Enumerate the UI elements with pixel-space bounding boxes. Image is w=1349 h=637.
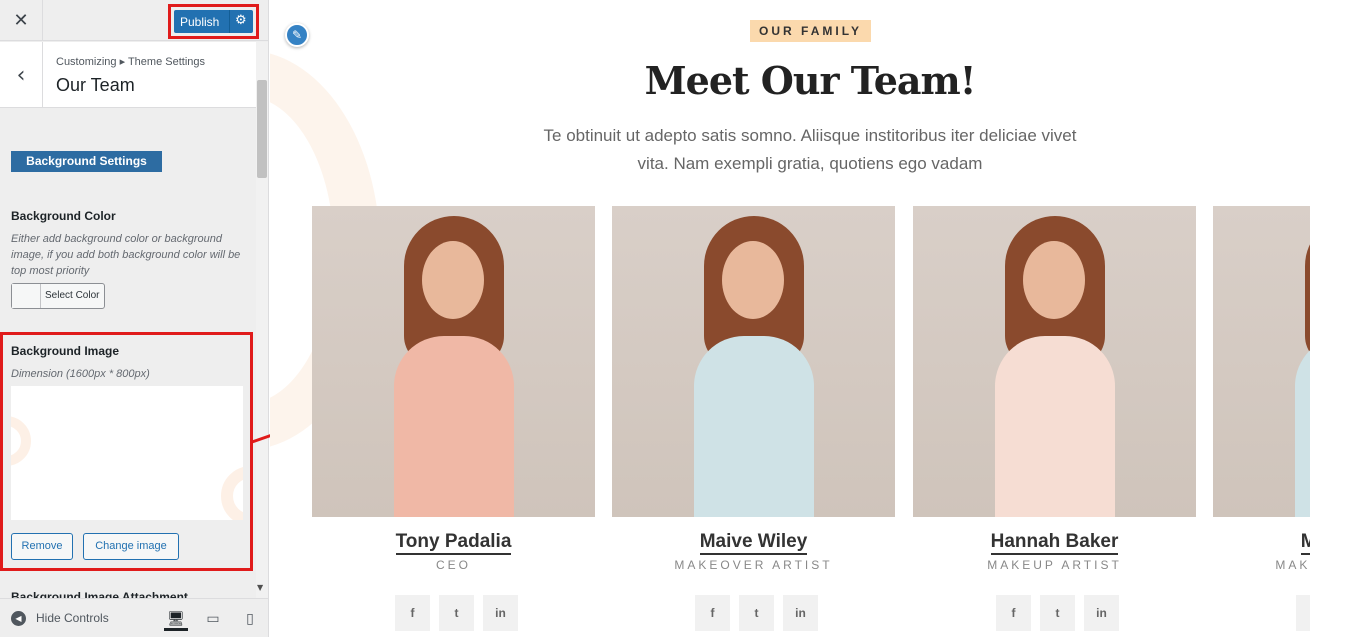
scroll-down-icon[interactable]: ▼ [257, 583, 263, 592]
tablet-preview-icon[interactable]: ▭ [201, 607, 225, 631]
background-image-thumbnail [11, 386, 243, 520]
remove-image-button[interactable]: Remove [11, 533, 73, 560]
change-image-button[interactable]: Change image [83, 533, 179, 560]
facebook-icon[interactable]: f [395, 595, 430, 631]
close-icon[interactable]: ✕ [0, 0, 43, 41]
team-member-name-text[interactable]: Maive Wiley [699, 531, 808, 555]
breadcrumb: Customizing ▸ Theme Settings [56, 56, 205, 68]
background-settings-heading: Background Settings [11, 151, 162, 172]
team-member-role: CEO [435, 558, 471, 572]
photo-shape [722, 241, 784, 319]
hide-controls-button[interactable]: Hide Controls [36, 611, 109, 625]
select-color-label: Select Color [45, 290, 100, 301]
twitter-icon[interactable]: t [1040, 595, 1075, 631]
social-links: f t in [996, 595, 1119, 631]
linkedin-icon[interactable]: in [483, 595, 518, 631]
publish-divider [229, 10, 230, 33]
photo-shape [422, 241, 484, 319]
team-member-role: MAKEOVER ARTIST [674, 558, 833, 572]
site-preview: ✎ OUR FAMILY Meet Our Team! Te obtinuit … [270, 0, 1349, 637]
customizer-sidebar: ✕ Publish ⚙ ‹ Customizing ▸ Theme Settin… [0, 0, 269, 637]
team-member-name-text[interactable]: Tony Padalia [395, 531, 512, 555]
hide-controls-icon[interactable]: ◀ [11, 611, 26, 626]
facebook-icon[interactable]: f [996, 595, 1031, 631]
team-member-name[interactable]: Hannah Baker [913, 531, 1196, 555]
team-member-role: MAKEUP ARTIST [987, 558, 1122, 572]
facebook-icon[interactable]: f [695, 595, 730, 631]
background-color-label: Background Color [11, 209, 116, 223]
section-title: Our Team [56, 75, 135, 95]
photo-shape [995, 336, 1115, 517]
publish-label: Publish [180, 15, 220, 29]
section-header: ‹ Customizing ▸ Theme Settings Our Team [0, 42, 256, 108]
background-color-description: Either add background color or backgroun… [11, 233, 241, 277]
background-image-dimension: Dimension (1600px * 800px) [11, 368, 150, 380]
thumbnail-shape [221, 466, 243, 520]
photo-shape [694, 336, 814, 517]
section-eyebrow: OUR FAMILY [750, 20, 871, 42]
photo-shape [394, 336, 514, 517]
section-intro: Te obtinuit ut adepto satis somno. Aliis… [543, 126, 1077, 173]
twitter-icon[interactable]: t [739, 595, 774, 631]
social-links: f t in [395, 595, 518, 631]
linkedin-icon[interactable]: in [783, 595, 818, 631]
team-member-name-text[interactable]: Hannah Baker [990, 531, 1119, 555]
background-image-label: Background Image [11, 344, 120, 358]
photo-shape [1023, 241, 1085, 319]
team-member-name[interactable]: Maive Wiley [612, 531, 895, 555]
gear-icon[interactable]: ⚙ [235, 13, 247, 28]
section-headline: Meet Our Team! [644, 58, 977, 103]
color-swatch [12, 284, 41, 308]
twitter-icon[interactable]: t [439, 595, 474, 631]
team-member-photo [312, 206, 595, 517]
scrollbar-thumb[interactable] [257, 80, 267, 178]
thumbnail-shape [11, 416, 31, 466]
select-color-button[interactable]: Select Color [11, 283, 105, 309]
publish-button[interactable]: Publish ⚙ [174, 10, 253, 33]
viewport-edge-mask [1310, 200, 1349, 637]
mobile-preview-icon[interactable]: ▯ [238, 607, 262, 631]
edit-shortcut-icon[interactable]: ✎ [285, 23, 309, 47]
team-member-name[interactable]: Tony Padalia [312, 531, 595, 555]
team-member-photo [913, 206, 1196, 517]
team-member-photo [612, 206, 895, 517]
customizer-footer: ◀ Hide Controls 🖥 ▭ ▯ [0, 598, 268, 637]
social-links: f t in [695, 595, 818, 631]
desktop-preview-icon[interactable]: 🖥 [164, 607, 188, 631]
linkedin-icon[interactable]: in [1084, 595, 1119, 631]
customizer-header: ✕ Publish ⚙ [0, 0, 268, 41]
back-icon[interactable]: ‹ [0, 42, 43, 108]
